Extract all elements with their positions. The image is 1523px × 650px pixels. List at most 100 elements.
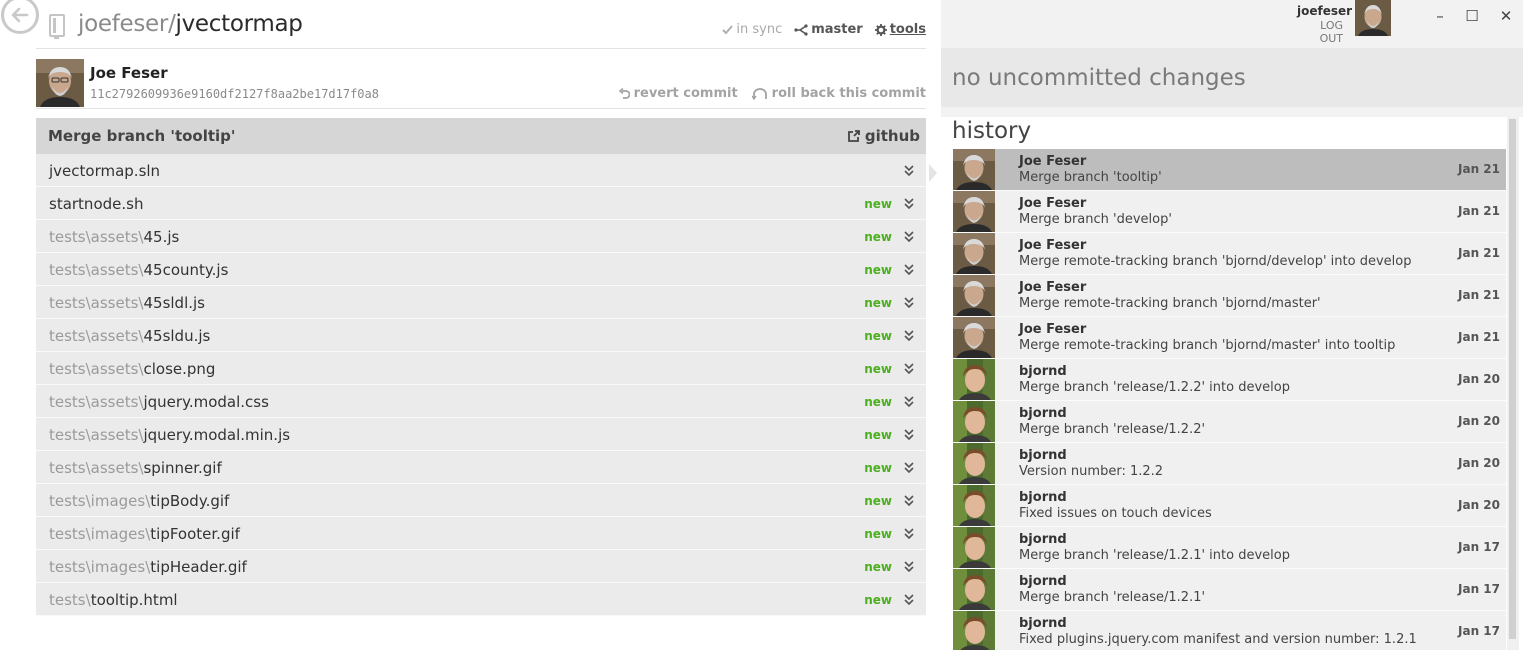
history-message: Merge branch 'release/1.2.1' — [1019, 590, 1206, 605]
new-badge: new — [864, 329, 892, 343]
history-item[interactable]: bjornd Merge branch 'release/1.2.1' into … — [953, 527, 1506, 569]
file-row[interactable]: tests\tooltip.html new — [36, 583, 926, 616]
history-message: Merge branch 'tooltip' — [1019, 170, 1162, 185]
expand-icon[interactable] — [904, 495, 914, 506]
new-badge: new — [864, 263, 892, 277]
file-row[interactable]: tests\assets\45sldu.js new — [36, 319, 926, 352]
file-path: jvectormap.sln — [49, 162, 160, 180]
branch-selector[interactable]: master — [794, 22, 863, 37]
new-badge: new — [864, 494, 892, 508]
uncommitted-status: no uncommitted changes — [952, 65, 1246, 91]
new-badge: new — [864, 197, 892, 211]
expand-icon[interactable] — [904, 297, 914, 308]
minimize-button[interactable]: – — [1431, 7, 1449, 25]
author-avatar — [953, 485, 995, 526]
file-row[interactable]: tests\images\tipFooter.gif new — [36, 517, 926, 550]
revert-label: revert commit — [633, 86, 738, 101]
history-item[interactable]: bjornd Merge branch 'release/1.2.2' into … — [953, 359, 1506, 401]
file-row[interactable]: tests\assets\jquery.modal.css new — [36, 385, 926, 418]
commit-author: Joe Feser — [90, 64, 168, 82]
commit-sha[interactable]: 11c2792609936e9160df2127f8aa2be17d17f0a8 — [90, 87, 379, 101]
expand-icon[interactable] — [904, 330, 914, 341]
file-dir: tests\assets\ — [49, 393, 144, 411]
file-name: 45sldu.js — [143, 327, 211, 345]
history-author: bjornd — [1019, 616, 1067, 631]
file-row[interactable]: tests\assets\45county.js new — [36, 253, 926, 286]
history-item[interactable]: Joe Feser Merge remote-tracking branch 'b… — [953, 233, 1506, 275]
history-date: Jan 20 — [1458, 372, 1500, 386]
file-row[interactable]: startnode.sh new — [36, 187, 926, 220]
file-row[interactable]: jvectormap.sln — [36, 154, 926, 187]
file-dir: tests\assets\ — [49, 459, 144, 477]
file-row[interactable]: tests\assets\spinner.gif new — [36, 451, 926, 484]
uncommitted-changes-panel[interactable]: no uncommitted changes — [941, 48, 1523, 107]
sync-status[interactable]: in sync — [722, 22, 782, 37]
file-row[interactable]: tests\assets\45sldl.js new — [36, 286, 926, 319]
file-name: tipFooter.gif — [150, 525, 240, 543]
back-button[interactable] — [1, 0, 39, 34]
history-item[interactable]: Joe Feser Merge remote-tracking branch 'b… — [953, 317, 1506, 359]
history-item[interactable]: Joe Feser Merge branch 'develop' Jan 21 — [953, 191, 1506, 233]
history-item[interactable]: bjornd Version number: 1.2.2 Jan 20 — [953, 443, 1506, 485]
history-message: Version number: 1.2.2 — [1019, 464, 1164, 479]
logout-link[interactable]: LOG OUT — [1297, 19, 1343, 45]
file-path: tests\assets\45county.js — [49, 261, 228, 279]
file-row[interactable]: tests\images\tipBody.gif new — [36, 484, 926, 517]
username[interactable]: joefeser — [1297, 4, 1352, 18]
history-date: Jan 17 — [1458, 540, 1500, 554]
history-item[interactable]: bjornd Fixed plugins.jquery.com manifest … — [953, 611, 1506, 650]
expand-icon[interactable] — [904, 462, 914, 473]
file-row[interactable]: tests\images\tipHeader.gif new — [36, 550, 926, 583]
close-button[interactable]: ✕ — [1497, 7, 1515, 25]
expand-icon[interactable] — [904, 528, 914, 539]
history-author: Joe Feser — [1019, 280, 1087, 295]
expand-icon[interactable] — [904, 429, 914, 440]
expand-icon[interactable] — [904, 165, 914, 176]
tools-menu[interactable]: tools — [874, 22, 926, 37]
expand-icon[interactable] — [904, 594, 914, 605]
file-dir: tests\assets\ — [49, 261, 144, 279]
file-dir: tests\assets\ — [49, 360, 144, 378]
github-link[interactable]: github — [847, 127, 920, 145]
file-path: tests\images\tipBody.gif — [49, 492, 229, 510]
expand-icon[interactable] — [904, 396, 914, 407]
history-item-selected[interactable]: Joe Feser Merge branch 'tooltip' Jan 21 — [953, 149, 1506, 191]
history-message: Merge remote-tracking branch 'bjornd/dev… — [1019, 254, 1412, 269]
history-item[interactable]: bjornd Merge branch 'release/1.2.1' Jan 17 — [953, 569, 1506, 611]
repo-name: jvectormap — [175, 11, 303, 37]
author-avatar — [953, 275, 995, 316]
author-avatar — [953, 443, 995, 484]
expand-icon[interactable] — [904, 231, 914, 242]
user-avatar[interactable] — [1355, 0, 1391, 36]
tools-label: tools — [889, 22, 926, 37]
history-author: bjornd — [1019, 490, 1067, 505]
expand-icon[interactable] — [904, 198, 914, 209]
file-name: 45.js — [143, 228, 180, 246]
history-date: Jan 21 — [1458, 330, 1500, 344]
history-author: Joe Feser — [1019, 154, 1087, 169]
revert-commit-button[interactable]: revert commit — [618, 86, 738, 101]
history-item[interactable]: bjornd Merge branch 'release/1.2.2' Jan 20 — [953, 401, 1506, 443]
expand-icon[interactable] — [904, 264, 914, 275]
history-title: history — [952, 118, 1032, 144]
maximize-button[interactable]: ☐ — [1463, 7, 1481, 25]
new-badge: new — [864, 428, 892, 442]
history-message: Merge branch 'develop' — [1019, 212, 1172, 227]
file-dir: tests\ — [49, 591, 91, 609]
commit-header: Joe Feser 11c2792609936e9160df2127f8aa2b… — [36, 59, 926, 109]
history-item[interactable]: Joe Feser Merge remote-tracking branch 'b… — [953, 275, 1506, 317]
file-row[interactable]: tests\assets\close.png new — [36, 352, 926, 385]
rollback-commit-button[interactable]: roll back this commit — [751, 86, 926, 101]
file-row[interactable]: tests\assets\45.js new — [36, 220, 926, 253]
file-name: spinner.gif — [143, 459, 222, 477]
scrollbar-thumb[interactable] — [1509, 119, 1516, 639]
history-scrollbar[interactable] — [1507, 117, 1519, 650]
history-item[interactable]: bjornd Fixed issues on touch devices Jan 2… — [953, 485, 1506, 527]
history-date: Jan 17 — [1458, 624, 1500, 638]
repo-owner[interactable]: joefeser — [78, 11, 168, 37]
expand-icon[interactable] — [904, 561, 914, 572]
file-row[interactable]: tests\assets\jquery.modal.min.js new — [36, 418, 926, 451]
file-dir: tests\images\ — [49, 558, 151, 576]
expand-icon[interactable] — [904, 363, 914, 374]
repo-header: joefeser/jvectormap in sync master tools — [36, 0, 926, 49]
